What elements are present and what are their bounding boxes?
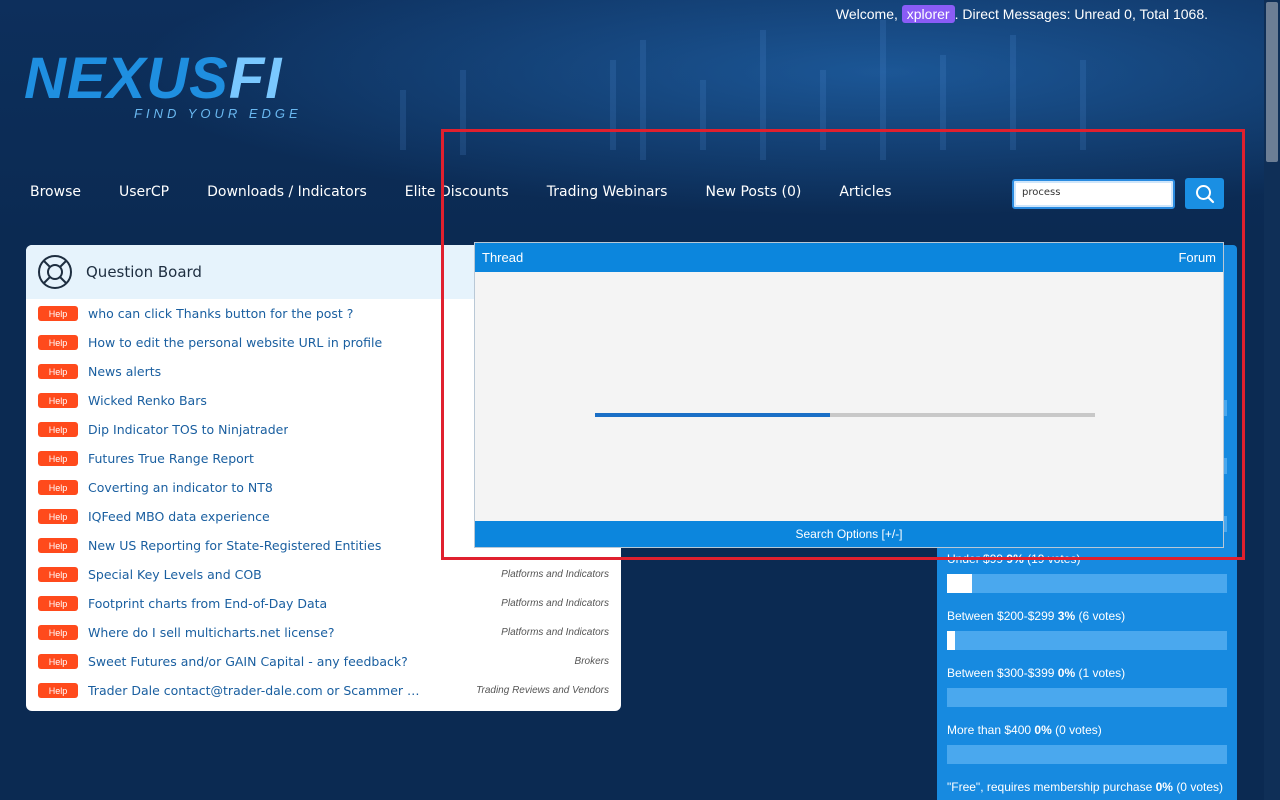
- search-input[interactable]: process: [1012, 179, 1175, 209]
- nav-downloads-indicators[interactable]: Downloads / Indicators: [207, 184, 367, 200]
- help-badge: Help: [38, 596, 78, 611]
- question-forum[interactable]: Platforms and Indicators: [501, 569, 609, 580]
- question-link[interactable]: Trader Dale contact@trader-dale.com or S…: [88, 683, 423, 698]
- question-link[interactable]: Coverting an indicator to NT8: [88, 480, 273, 495]
- lifebuoy-icon: [38, 255, 72, 289]
- logo-brand-part2: FI: [228, 46, 283, 111]
- question-link[interactable]: Special Key Levels and COB: [88, 567, 262, 582]
- column-thread: Thread: [482, 250, 524, 265]
- help-badge: Help: [38, 683, 78, 698]
- search-icon: [1195, 184, 1214, 203]
- question-link[interactable]: Dip Indicator TOS to Ninjatrader: [88, 422, 288, 437]
- question-link[interactable]: Footprint charts from End-of-Day Data: [88, 596, 327, 611]
- nav-new-posts[interactable]: New Posts (0): [705, 184, 801, 200]
- question-link[interactable]: IQFeed MBO data experience: [88, 509, 270, 524]
- question-link[interactable]: Where do I sell multicharts.net license?: [88, 625, 335, 640]
- question-link[interactable]: Futures True Range Report: [88, 451, 254, 466]
- poll-bar: [947, 745, 1227, 764]
- help-badge: Help: [38, 306, 78, 321]
- nav-trading-webinars[interactable]: Trading Webinars: [547, 184, 668, 200]
- poll-bar-stub: [1224, 516, 1227, 532]
- help-badge: Help: [38, 451, 78, 466]
- question-forum[interactable]: Trading Reviews and Vendors: [476, 685, 609, 696]
- question-link[interactable]: New US Reporting for State-Registered En…: [88, 538, 381, 553]
- question-forum[interactable]: Platforms and Indicators: [501, 598, 609, 609]
- help-badge: Help: [38, 364, 78, 379]
- question-row: Help Special Key Levels and COB Platforms …: [26, 560, 621, 589]
- search-dropdown-header: Thread Forum: [475, 243, 1223, 272]
- poll-option-label: Between $300-$399 0% (1 votes): [947, 666, 1126, 680]
- question-row: Help Trader Dale contact@trader-dale.com …: [26, 676, 621, 705]
- nav-elite-discounts[interactable]: Elite Discounts: [405, 184, 509, 200]
- help-badge: Help: [38, 567, 78, 582]
- question-link[interactable]: who can click Thanks button for the post…: [88, 306, 353, 321]
- help-badge: Help: [38, 654, 78, 669]
- poll-bar-stub: [1224, 400, 1227, 416]
- search-button[interactable]: [1185, 178, 1224, 209]
- logo-tagline: FIND YOUR EDGE: [134, 106, 302, 121]
- question-forum[interactable]: Platforms and Indicators: [501, 627, 609, 638]
- question-link[interactable]: Wicked Renko Bars: [88, 393, 207, 408]
- site-logo[interactable]: NEXUSFI FIND YOUR EDGE: [24, 50, 324, 125]
- help-badge: Help: [38, 480, 78, 495]
- loading-progress-bar: [595, 413, 1095, 417]
- help-badge: Help: [38, 538, 78, 553]
- question-board-title: Question Board: [86, 263, 202, 281]
- question-link[interactable]: News alerts: [88, 364, 161, 379]
- logo-brand-part1: NEXUS: [24, 46, 229, 111]
- help-badge: Help: [38, 393, 78, 408]
- help-badge: Help: [38, 509, 78, 524]
- question-link[interactable]: Sweet Futures and/or GAIN Capital - any …: [88, 654, 408, 669]
- poll-bar-fill: [947, 574, 973, 593]
- poll-bar-fill: [947, 631, 956, 650]
- page-scrollbar[interactable]: [1264, 0, 1280, 800]
- loading-progress-fill: [595, 413, 830, 417]
- search-options-toggle[interactable]: Search Options [+/-]: [475, 521, 1223, 547]
- welcome-prefix: Welcome,: [835, 6, 898, 22]
- question-forum[interactable]: Brokers: [575, 656, 609, 667]
- help-badge: Help: [38, 422, 78, 437]
- username-link[interactable]: xplorer: [901, 5, 955, 23]
- column-forum: Forum: [1178, 250, 1216, 265]
- poll-bar: [947, 631, 1227, 650]
- poll-option-label: Between $200-$299 3% (6 votes): [947, 609, 1126, 623]
- poll-bar: [947, 574, 1227, 593]
- poll-bar-stub: [1224, 458, 1227, 474]
- question-row: Help Footprint charts from End-of-Day Dat…: [26, 589, 621, 618]
- poll-option-label: Under $99 9% (19 votes): [947, 552, 1081, 566]
- messages-link[interactable]: . Direct Messages: Unread 0, Total 1068.: [955, 6, 1208, 22]
- question-row: Help Sweet Futures and/or GAIN Capital - …: [26, 647, 621, 676]
- question-row: Help Where do I sell multicharts.net lice…: [26, 618, 621, 647]
- nav-articles[interactable]: Articles: [839, 184, 891, 200]
- help-badge: Help: [38, 335, 78, 350]
- main-nav: Browse UserCP Downloads / Indicators Eli…: [30, 184, 930, 200]
- poll-option-label: "Free", requires membership purchase 0% …: [947, 780, 1223, 794]
- nav-usercp[interactable]: UserCP: [119, 184, 169, 200]
- help-badge: Help: [38, 625, 78, 640]
- nav-browse[interactable]: Browse: [30, 184, 81, 200]
- welcome-message: Welcome, xplorer. Direct Messages: Unrea…: [835, 5, 1208, 23]
- poll-bar: [947, 688, 1227, 707]
- scrollbar-thumb[interactable]: [1266, 2, 1278, 162]
- question-link[interactable]: How to edit the personal website URL in …: [88, 335, 382, 350]
- search-suggestions-dropdown: Thread Forum Search Options [+/-]: [474, 242, 1224, 548]
- poll-option-label: More than $400 0% (0 votes): [947, 723, 1102, 737]
